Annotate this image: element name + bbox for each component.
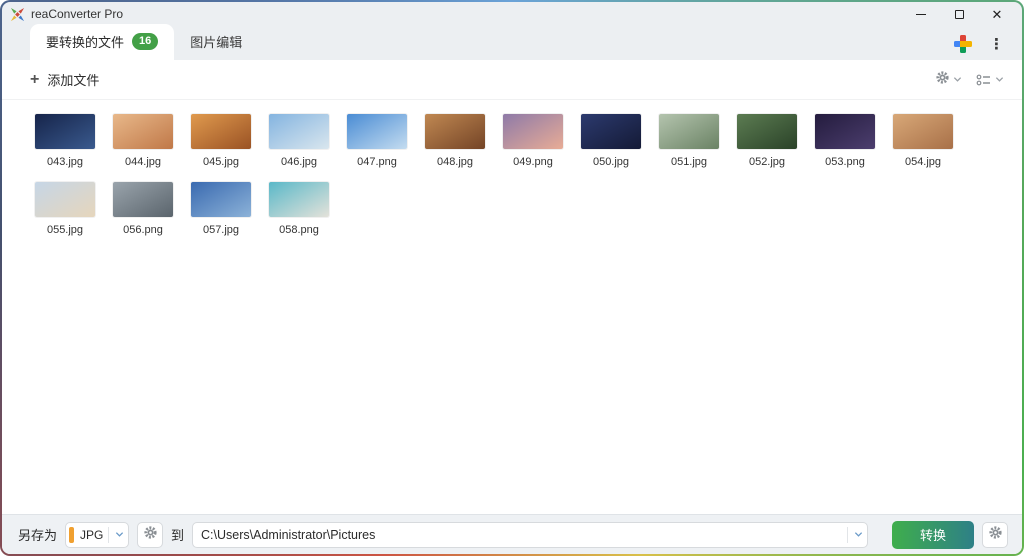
tab-files-to-convert[interactable]: 要转换的文件 16 [30, 24, 174, 60]
output-path-input[interactable] [193, 523, 845, 547]
format-value: JPG [80, 528, 106, 542]
app-logo-icon [10, 7, 25, 22]
plus-icon: + [30, 72, 39, 88]
convert-settings-button[interactable] [982, 522, 1008, 548]
grid-settings-button[interactable] [935, 70, 962, 90]
file-name: 045.jpg [203, 156, 239, 168]
file-thumbnail[interactable] [35, 182, 95, 217]
file-name: 052.jpg [749, 156, 785, 168]
file-thumbnail[interactable] [269, 182, 329, 217]
to-label: 到 [171, 525, 184, 544]
file-thumbnail[interactable] [191, 114, 251, 149]
window-controls: ✕ [902, 3, 1016, 25]
chevron-down-icon [111, 531, 128, 538]
tab-editing-label: 图片编辑 [190, 32, 242, 51]
file-item[interactable]: 052.jpg [728, 114, 806, 168]
divider [108, 527, 109, 543]
file-thumbnail[interactable] [269, 114, 329, 149]
file-name: 058.png [279, 224, 319, 236]
file-thumbnail[interactable] [737, 114, 797, 149]
format-accent-bar [69, 527, 74, 543]
file-item[interactable]: 048.jpg [416, 114, 494, 168]
file-item[interactable]: 056.png [104, 182, 182, 236]
file-item[interactable]: 051.jpg [650, 114, 728, 168]
view-mode-button[interactable] [976, 73, 1004, 87]
file-item[interactable]: 044.jpg [104, 114, 182, 168]
file-item[interactable]: 054.jpg [884, 114, 962, 168]
maximize-button[interactable] [940, 3, 978, 25]
close-icon: ✕ [992, 8, 1003, 21]
file-name: 049.png [513, 156, 553, 168]
add-files-label: 添加文件 [47, 70, 99, 89]
app-window: reaConverter Pro ✕ 要转换的文件 16 图片编辑 [2, 2, 1022, 554]
menu-dots-icon[interactable]: ⋮ [985, 37, 1008, 52]
file-item[interactable]: 047.png [338, 114, 416, 168]
file-grid: 043.jpg 044.jpg 045.jpg 046.jpg [2, 100, 1022, 250]
file-item[interactable]: 046.jpg [260, 114, 338, 168]
file-item[interactable]: 043.jpg [26, 114, 104, 168]
tab-image-editing[interactable]: 图片编辑 [174, 24, 258, 60]
maximize-icon [955, 10, 964, 19]
file-count-badge: 16 [132, 33, 158, 49]
file-thumbnail[interactable] [113, 182, 173, 217]
file-thumbnail[interactable] [893, 114, 953, 149]
file-item[interactable]: 053.png [806, 114, 884, 168]
file-name: 055.jpg [47, 224, 83, 236]
tab-bar: 要转换的文件 16 图片编辑 ⋮ [2, 26, 1022, 60]
gear-icon [935, 70, 950, 90]
file-thumbnail[interactable] [425, 114, 485, 149]
output-path-field [192, 522, 868, 548]
file-name: 057.jpg [203, 224, 239, 236]
minimize-icon [916, 14, 926, 15]
tab-files-label: 要转换的文件 [46, 32, 124, 51]
file-name: 046.jpg [281, 156, 317, 168]
file-thumbnail[interactable] [659, 114, 719, 149]
close-button[interactable]: ✕ [978, 3, 1016, 25]
file-thumbnail[interactable] [35, 114, 95, 149]
chevron-down-icon [953, 76, 962, 83]
file-thumbnail[interactable] [581, 114, 641, 149]
file-thumbnail[interactable] [815, 114, 875, 149]
output-format-select[interactable]: JPG [65, 522, 129, 548]
file-thumbnail[interactable] [191, 182, 251, 217]
file-name: 048.jpg [437, 156, 473, 168]
colored-plus-icon[interactable] [951, 32, 975, 56]
file-name: 050.jpg [593, 156, 629, 168]
divider [847, 527, 848, 543]
file-name: 056.png [123, 224, 163, 236]
chevron-down-icon [995, 76, 1004, 83]
file-name: 043.jpg [47, 156, 83, 168]
save-as-label: 另存为 [18, 525, 57, 544]
title-bar: reaConverter Pro ✕ [2, 2, 1022, 26]
file-name: 053.png [825, 156, 865, 168]
file-item[interactable]: 055.jpg [26, 182, 104, 236]
minimize-button[interactable] [902, 3, 940, 25]
gear-icon [988, 525, 1003, 545]
convert-button[interactable]: 转换 [892, 521, 974, 549]
main-panel: + 添加文件 [2, 60, 1022, 514]
file-item[interactable]: 050.jpg [572, 114, 650, 168]
file-thumbnail[interactable] [347, 114, 407, 149]
file-name: 044.jpg [125, 156, 161, 168]
file-thumbnail[interactable] [503, 114, 563, 149]
file-thumbnail[interactable] [113, 114, 173, 149]
footer-bar: 另存为 JPG 到 转换 [2, 514, 1022, 554]
gear-icon [143, 525, 158, 545]
file-name: 047.png [357, 156, 397, 168]
file-item[interactable]: 057.jpg [182, 182, 260, 236]
window-frame: reaConverter Pro ✕ 要转换的文件 16 图片编辑 [0, 0, 1024, 556]
tabbar-actions: ⋮ [951, 32, 1008, 60]
toolbar-right [935, 70, 1004, 90]
file-name: 054.jpg [905, 156, 941, 168]
file-item[interactable]: 058.png [260, 182, 338, 236]
chevron-down-icon[interactable] [850, 531, 867, 538]
file-name: 051.jpg [671, 156, 707, 168]
list-view-icon [976, 73, 992, 87]
file-item[interactable]: 049.png [494, 114, 572, 168]
toolbar: + 添加文件 [2, 60, 1022, 100]
window-title: reaConverter Pro [31, 7, 123, 21]
format-settings-button[interactable] [137, 522, 163, 548]
add-files-button[interactable]: + 添加文件 [30, 70, 99, 89]
file-item[interactable]: 045.jpg [182, 114, 260, 168]
